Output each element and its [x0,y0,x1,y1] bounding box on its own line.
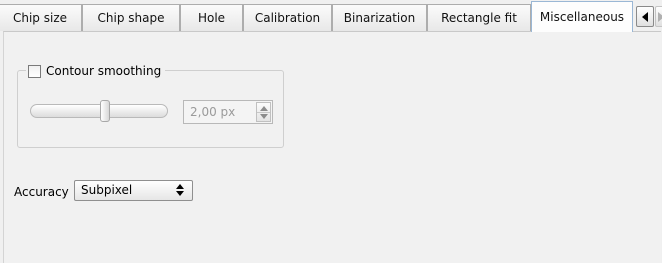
accuracy-combobox[interactable]: Subpixel [74,180,193,201]
tab-miscellaneous[interactable]: Miscellaneous [531,1,633,32]
tab-bar: Chip size Chip shape Hole Calibration Bi… [0,0,662,32]
contour-smoothing-checkbox[interactable] [28,64,41,78]
tab-label: Calibration [254,11,321,25]
smoothing-slider-groove[interactable] [30,104,168,118]
spin-buttons[interactable] [256,102,271,122]
tab-calibration[interactable]: Calibration [243,4,332,31]
tab-scroll-left-icon [642,11,648,22]
tab-label: Chip shape [97,11,165,25]
tab-binarization[interactable]: Binarization [332,4,427,31]
accuracy-value: Subpixel [81,183,133,197]
tab-label: Chip size [12,11,68,25]
contour-smoothing-label: Contour smoothing [46,64,162,78]
tab-chip-size[interactable]: Chip size [0,4,82,31]
contour-smoothing-header: Contour smoothing [26,62,166,80]
spin-up-icon[interactable] [260,106,268,111]
tab-label: Hole [197,11,226,25]
tab-scroll-right-icon [658,11,662,22]
smoothing-slider-handle[interactable] [100,100,111,122]
spin-divider [257,112,270,113]
combo-arrows-icon [176,184,185,197]
smoothing-value: 2,00 px [190,105,236,119]
tab-chip-shape[interactable]: Chip shape [82,4,180,31]
tab-scroll-right-button[interactable] [655,6,662,27]
tab-hole[interactable]: Hole [180,4,243,31]
accuracy-label: Accuracy [14,185,69,199]
smoothing-value-spinbox[interactable]: 2,00 px [183,100,273,124]
tab-label: Miscellaneous [539,10,625,24]
spin-down-icon[interactable] [260,114,268,119]
tab-rectangle-fit[interactable]: Rectangle fit [427,4,531,31]
tab-label: Rectangle fit [441,11,517,25]
tab-label: Binarization [343,11,416,25]
tab-scroll-left-button[interactable] [636,6,654,27]
